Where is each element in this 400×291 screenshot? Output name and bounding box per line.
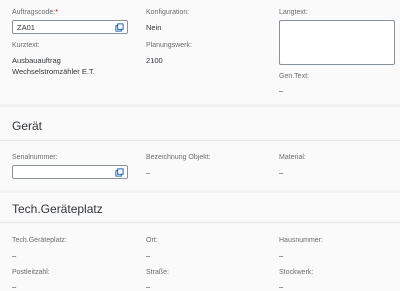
value-help-icon[interactable] <box>115 168 124 177</box>
stockwerk-label: Stockwerk: <box>279 269 314 276</box>
planungswerk-value: 2100 <box>146 56 163 65</box>
ort-value: – <box>146 251 151 260</box>
kurztext-value-line2: Wechselstromzähler E.T. <box>12 67 95 76</box>
section-divider <box>0 140 400 141</box>
section-separator <box>0 190 400 193</box>
kurztext-value-line1: Ausbauauftrag <box>12 56 61 65</box>
postleitzahl-label: Postleitzahl: <box>12 269 50 276</box>
section-divider <box>0 222 400 223</box>
tech-geraeteplatz-value: – <box>12 251 17 260</box>
geraet-section-title: Gerät <box>12 119 43 133</box>
auftragscode-value: ZA01 <box>17 23 35 32</box>
strasse-value: – <box>146 282 151 291</box>
gen-text-value: – <box>279 86 284 95</box>
planungswerk-label: Planungswerk: <box>146 42 192 49</box>
postleitzahl-value: – <box>12 282 17 291</box>
material-label: Material: <box>279 154 306 161</box>
bezeichnung-objekt-value: – <box>146 168 151 177</box>
langtext-label: Langtext: <box>279 9 308 16</box>
value-help-icon[interactable] <box>115 23 124 32</box>
gen-text-label: Gen.Text: <box>279 73 309 80</box>
required-marker: * <box>55 9 58 16</box>
langtext-textarea[interactable] <box>279 20 395 65</box>
tech-geraeteplatz-label: Tech.Geräteplatz: <box>12 237 67 244</box>
konfiguration-value: Nein <box>146 23 162 32</box>
kurztext-label: Kurztext: <box>12 42 40 49</box>
serialnummer-input[interactable] <box>12 165 128 179</box>
strasse-label: Straße: <box>146 269 169 276</box>
section-separator <box>0 104 400 107</box>
serialnummer-label: Serialnummer: <box>12 154 58 161</box>
auftragscode-label: Auftragscode:* <box>12 9 58 16</box>
stockwerk-value: – <box>279 282 284 291</box>
techplatz-section-title: Tech.Geräteplatz <box>12 202 103 216</box>
ort-label: Ort: <box>146 237 158 244</box>
konfiguration-label: Konfiguration: <box>146 9 190 16</box>
bezeichnung-objekt-label: Bezeichnung Objekt: <box>146 154 211 161</box>
hausnummer-value: – <box>279 251 284 260</box>
auftragscode-input[interactable]: ZA01 <box>12 20 128 34</box>
hausnummer-label: Hausnummer: <box>279 237 323 244</box>
material-value: – <box>279 168 284 177</box>
